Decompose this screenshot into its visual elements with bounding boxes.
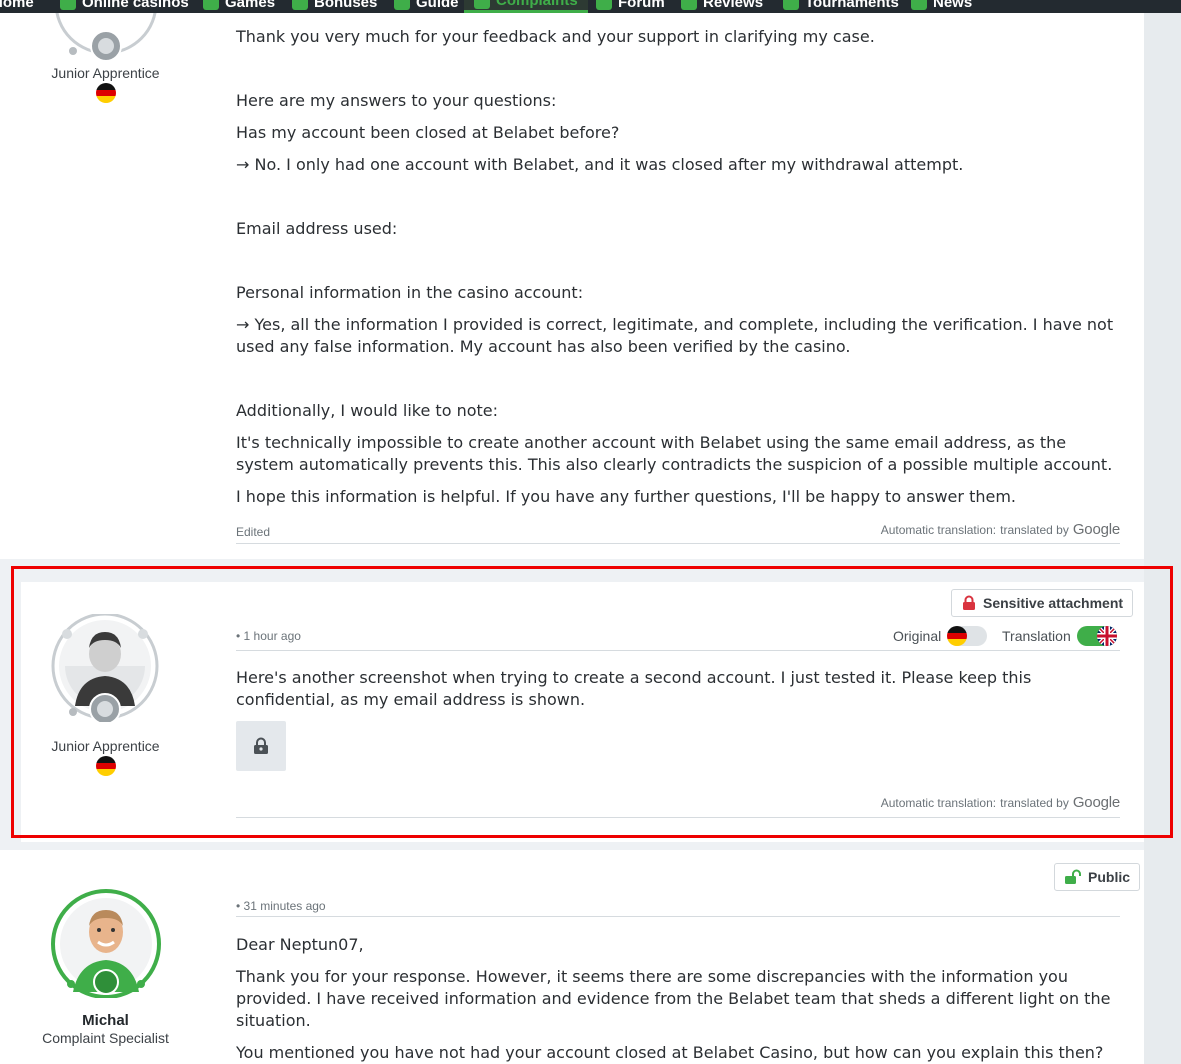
google-logo: Google [1072, 794, 1120, 811]
paragraph: Here's another screenshot when trying to… [236, 668, 1032, 709]
original-toggle[interactable]: Original [893, 626, 988, 646]
post-body-email: Email address used: [236, 218, 1116, 250]
paragraph: Dear Neptun07, [236, 935, 364, 954]
author-name[interactable]: Michal [0, 1012, 211, 1029]
complaint-post: Junior Apprentice Thank you very much fo… [0, 2, 1144, 559]
google-logo: Google [1072, 521, 1120, 538]
paragraph: Thank you very much for your feedback an… [236, 27, 875, 46]
post-body-personal-info: Personal information in the casino accou… [236, 282, 1116, 368]
divider [236, 916, 1120, 917]
paragraph: → No. I only had one account with Belabe… [236, 155, 964, 174]
complaint-post-highlighted: Junior Apprentice Sensitive attachment •… [21, 582, 1144, 842]
original-switch[interactable] [947, 626, 988, 646]
user-avatar [51, 614, 159, 722]
post-time: • 1 hour ago [236, 629, 301, 643]
paragraph: Personal information in the casino accou… [236, 283, 584, 302]
unlock-icon [1065, 869, 1081, 884]
nav-item-home[interactable]: Home [0, 0, 34, 13]
nav-item-reviews[interactable]: Reviews [681, 0, 763, 13]
post-body: Dear Neptun07, Thank you for your respon… [236, 934, 1116, 1064]
translation-attribution: Automatic translation: translated by Goo… [880, 521, 1120, 538]
paragraph: You mentioned you have not had your acco… [236, 1043, 1104, 1062]
nav-item-news[interactable]: News [911, 0, 972, 13]
lock-icon [963, 595, 975, 610]
post-time: • 31 minutes ago [236, 899, 326, 913]
germany-flag-icon [96, 756, 116, 776]
divider [236, 817, 1120, 818]
paragraph: → Yes, all the information I provided is… [236, 315, 1114, 356]
guide-icon [394, 0, 410, 10]
lock-icon [254, 737, 268, 754]
gavel-icon [474, 0, 490, 9]
edited-label: Edited [236, 525, 271, 539]
uk-flag-icon [1096, 626, 1117, 646]
author-rank: Junior Apprentice [51, 738, 160, 754]
games-icon [203, 0, 219, 10]
translation-toggle[interactable]: Translation [1002, 626, 1117, 646]
gift-icon [292, 0, 308, 10]
nav-item-forum[interactable]: Forum [596, 0, 665, 13]
star-icon [681, 0, 697, 10]
post-body-additional: Additionally, I would like to note: It's… [236, 400, 1116, 518]
post-body: Here's another screenshot when trying to… [236, 667, 1116, 721]
nav-item-complaints[interactable]: Complaints [464, 0, 588, 13]
news-icon [911, 0, 927, 10]
paragraph: Here are my answers to your questions: [236, 91, 557, 110]
casino-icon [60, 0, 76, 10]
divider [236, 650, 1120, 651]
nav-item-guide[interactable]: Guide [394, 0, 459, 13]
staff-avatar [51, 889, 161, 998]
sensitive-attachment-thumbnail[interactable] [236, 721, 286, 771]
complaint-post: Public Michal Complaint Specialist • 31 … [0, 850, 1144, 1064]
trophy-icon [783, 0, 799, 10]
translation-attribution: Automatic translation: translated by Goo… [880, 794, 1120, 811]
translation-switch[interactable] [1076, 626, 1117, 646]
post-body: Thank you very much for your feedback an… [236, 26, 1116, 58]
nav-item-tournaments[interactable]: Tournaments [783, 0, 899, 13]
nav-item-bonuses[interactable]: Bonuses [292, 0, 377, 13]
paragraph: Has my account been closed at Belabet be… [236, 123, 620, 142]
divider [236, 543, 1120, 544]
nav-item-online-casinos[interactable]: Online casinos [60, 0, 189, 13]
germany-flag-icon [96, 83, 116, 103]
author-role: Complaint Specialist [42, 1030, 169, 1046]
sensitive-attachment-badge[interactable]: Sensitive attachment [951, 589, 1134, 617]
paragraph: I hope this information is helpful. If y… [236, 487, 1016, 506]
paragraph: Additionally, I would like to note: [236, 401, 499, 420]
nav-item-games[interactable]: Games [203, 0, 275, 13]
author-rank: Junior Apprentice [51, 65, 160, 81]
paragraph: It's technically impossible to create an… [236, 433, 1113, 474]
forum-icon [596, 0, 612, 10]
germany-flag-icon [947, 626, 968, 646]
post-body-answers: Here are my answers to your questions: H… [236, 90, 1116, 186]
public-badge[interactable]: Public [1054, 863, 1141, 891]
top-navigation: Home Online casinos Games Bonuses Guide … [0, 0, 1181, 13]
paragraph: Email address used: [236, 219, 398, 238]
right-gutter [1144, 13, 1181, 1064]
paragraph: Thank you for your response. However, it… [236, 967, 1111, 1030]
